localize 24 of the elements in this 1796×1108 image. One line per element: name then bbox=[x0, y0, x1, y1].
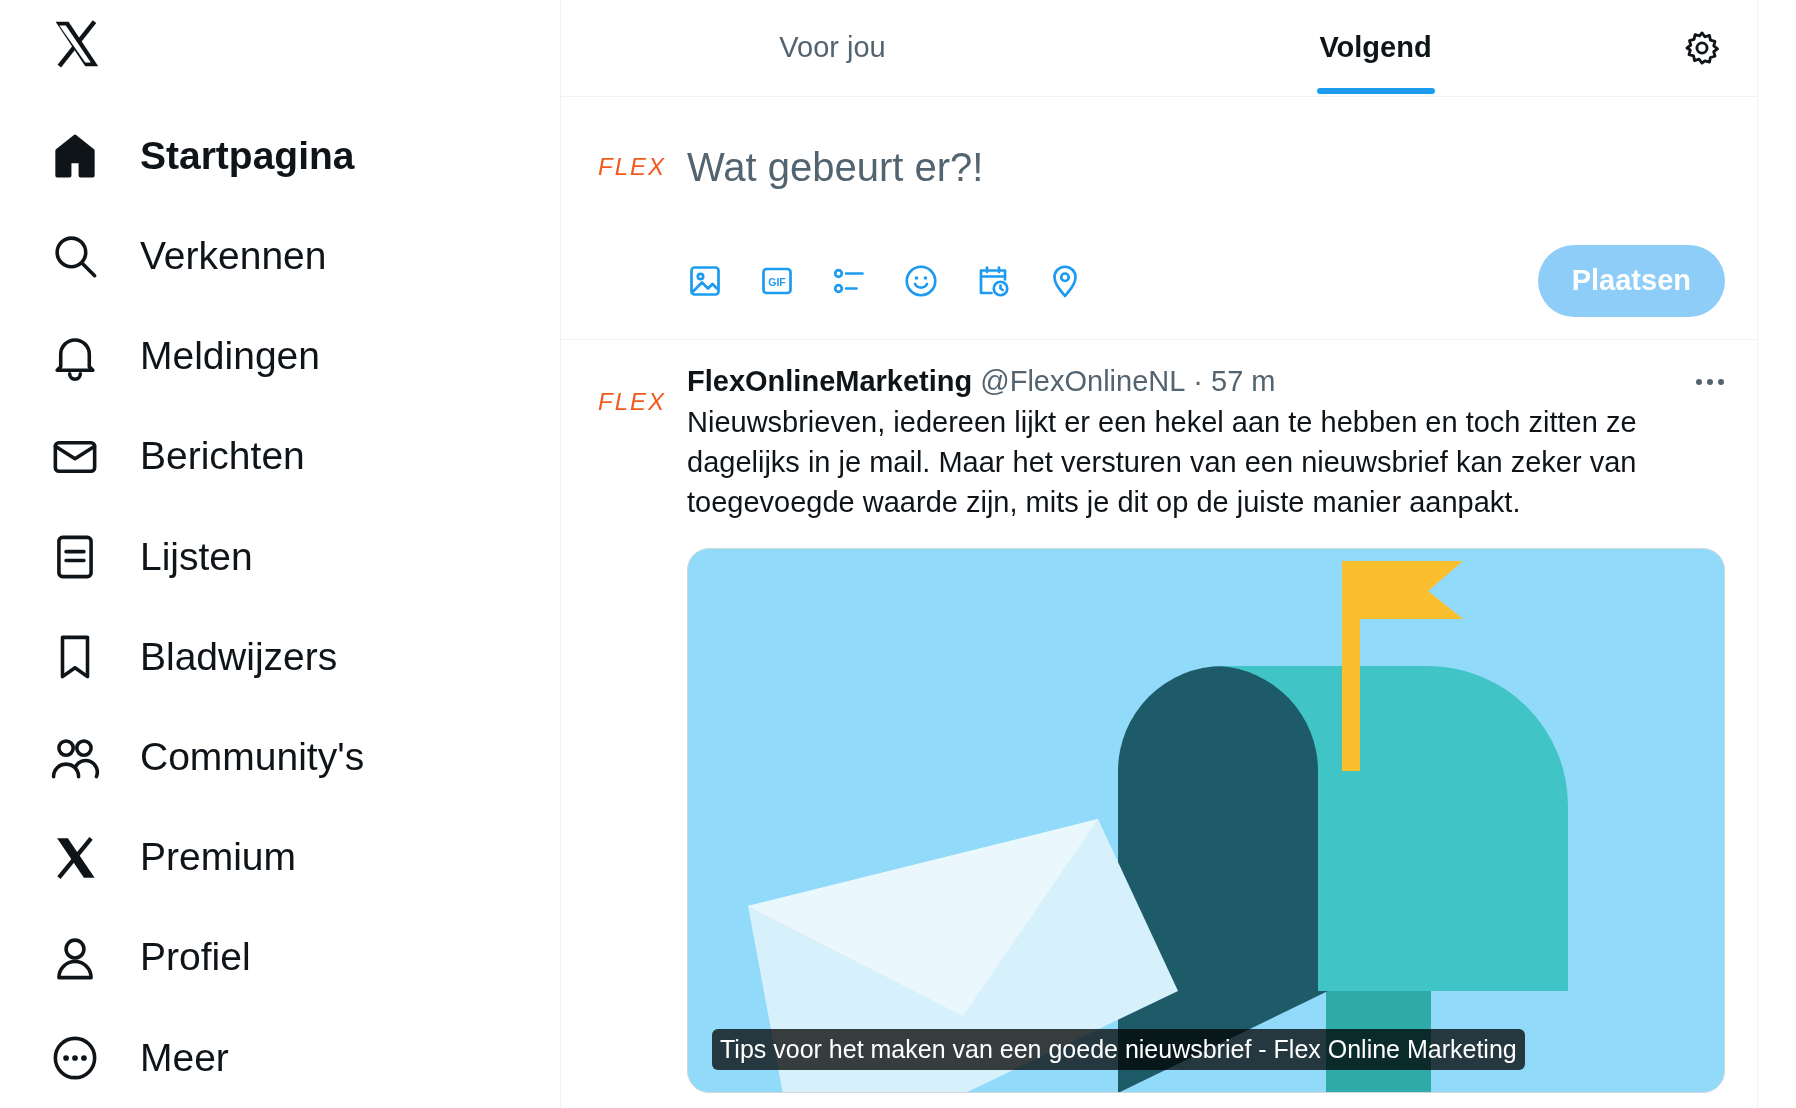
image-icon[interactable] bbox=[687, 263, 723, 299]
smiley-icon[interactable] bbox=[903, 263, 939, 299]
nav-link[interactable]: Verkennen bbox=[50, 206, 560, 307]
author-name[interactable]: FlexOnlineMarketing bbox=[687, 360, 973, 404]
nav-link[interactable]: Berichten bbox=[50, 406, 560, 507]
nav-link[interactable]: Meldingen bbox=[50, 306, 560, 407]
compose-field[interactable]: Wat gebeurt er?! bbox=[687, 127, 1725, 207]
separator-dot: · bbox=[1193, 364, 1204, 400]
post-time[interactable]: 57 m bbox=[1211, 360, 1276, 404]
nav-link[interactable]: Bladwijzers bbox=[50, 606, 560, 708]
nav-link[interactable]: Meer bbox=[50, 1007, 560, 1108]
settings-icon[interactable] bbox=[1683, 29, 1721, 67]
feed-tab[interactable]: Voor jou bbox=[561, 0, 1104, 96]
more-options-icon[interactable] bbox=[1695, 378, 1725, 386]
nav-link[interactable]: Premium bbox=[50, 807, 560, 908]
link-card-image[interactable]: Tips voor het maken van een goede nieuwsbrief - Flex Online Marketing bbox=[687, 548, 1725, 1093]
nav-link[interactable]: Profiel bbox=[50, 907, 560, 1008]
nav-link[interactable]: Community's bbox=[50, 707, 560, 808]
card-caption: Tips voor het maken van een goede nieuwsbrief - Flex Online Marketing bbox=[712, 1028, 1525, 1070]
feed-tab[interactable]: Volgend bbox=[1104, 0, 1647, 96]
nav-link[interactable]: Lijsten bbox=[50, 506, 560, 607]
post-text: Nieuwsbrieven, iedereen lijkt er een hekel aan te hebben en toch zitten ze dagelijks in je mail. Maar het versturen van een nieuwsbrief kan zeker van toegevoegde waarde zijn, mits je dit op de juiste manier aanpakt. bbox=[687, 405, 1638, 520]
author-handle[interactable]: @FlexOnlineNL bbox=[980, 360, 1186, 404]
nav-link[interactable]: Startpagina bbox=[50, 105, 560, 207]
